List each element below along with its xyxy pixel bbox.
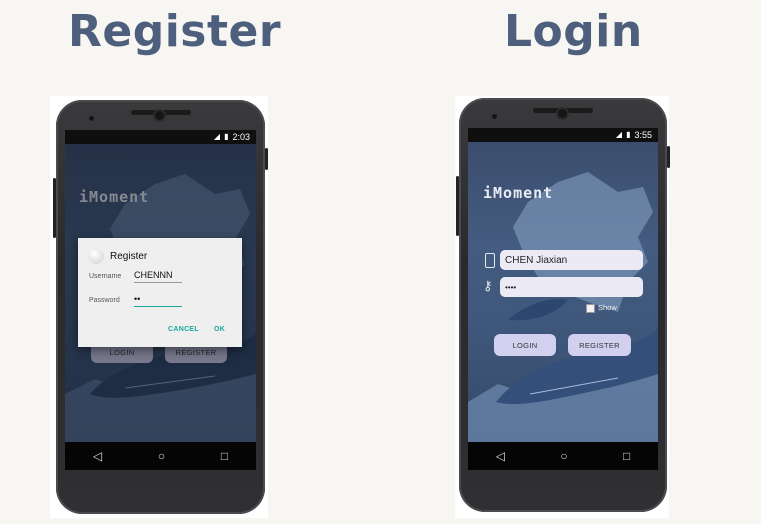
register-phone: ◢ ▮ 2:03 iMoment LOGIN REGISTER Register… bbox=[53, 100, 268, 514]
show-password-checkbox[interactable] bbox=[586, 304, 595, 313]
username-field[interactable]: CHEN Jiaxian bbox=[500, 250, 643, 270]
back-icon[interactable]: ◁ bbox=[496, 450, 505, 462]
app-icon bbox=[88, 248, 104, 264]
register-heading: Register bbox=[68, 6, 282, 57]
app-logo: iMoment bbox=[483, 184, 554, 202]
signal-icon: ◢ bbox=[213, 132, 221, 141]
nav-bar: ◁ ○ □ bbox=[65, 442, 256, 470]
login-phone: ◢ ▮ 3:55 iMoment CHEN Jiaxian ⚷ •••• Sho… bbox=[456, 98, 670, 512]
battery-icon: ▮ bbox=[224, 132, 229, 141]
power-button bbox=[667, 146, 670, 168]
ok-button[interactable]: OK bbox=[214, 326, 225, 333]
sensor bbox=[89, 116, 94, 121]
app-background: iMoment CHEN Jiaxian ⚷ •••• Show LOGIN R… bbox=[468, 142, 658, 442]
recent-apps-icon[interactable]: □ bbox=[221, 450, 228, 462]
home-icon[interactable]: ○ bbox=[560, 450, 567, 462]
front-camera bbox=[558, 109, 567, 118]
cancel-button[interactable]: CANCEL bbox=[168, 326, 199, 333]
status-time: 3:55 bbox=[634, 130, 652, 140]
login-button[interactable]: LOGIN bbox=[494, 334, 556, 356]
status-bar: ◢ ▮ 2:03 bbox=[65, 130, 256, 144]
home-icon[interactable]: ○ bbox=[158, 450, 165, 462]
volume-button bbox=[53, 178, 56, 238]
username-input[interactable]: CHENNN bbox=[134, 270, 182, 283]
sensor bbox=[492, 114, 497, 119]
dialog-title: Register bbox=[110, 251, 148, 262]
register-button[interactable]: REGISTER bbox=[568, 334, 631, 356]
key-icon: ⚷ bbox=[483, 278, 493, 293]
password-input[interactable]: •• bbox=[134, 294, 182, 307]
password-field[interactable]: •••• bbox=[500, 277, 643, 297]
app-background: iMoment LOGIN REGISTER Register Username… bbox=[65, 144, 256, 442]
power-button bbox=[265, 148, 268, 170]
login-heading: Login bbox=[504, 6, 643, 57]
volume-button bbox=[456, 176, 459, 236]
password-label: Password bbox=[89, 297, 120, 304]
show-label: Show bbox=[598, 303, 617, 312]
status-time: 2:03 bbox=[232, 132, 250, 142]
register-screen: ◢ ▮ 2:03 iMoment LOGIN REGISTER Register… bbox=[65, 130, 256, 470]
username-label: Username bbox=[89, 273, 122, 280]
back-icon[interactable]: ◁ bbox=[93, 450, 102, 462]
nav-bar: ◁ ○ □ bbox=[468, 442, 658, 470]
phone-icon bbox=[485, 253, 495, 268]
recent-apps-icon[interactable]: □ bbox=[623, 450, 630, 462]
signal-icon: ◢ bbox=[615, 130, 623, 139]
status-bar: ◢ ▮ 3:55 bbox=[468, 128, 658, 142]
login-screen: ◢ ▮ 3:55 iMoment CHEN Jiaxian ⚷ •••• Sho… bbox=[468, 128, 658, 470]
battery-icon: ▮ bbox=[626, 130, 631, 139]
front-camera bbox=[155, 111, 164, 120]
register-dialog: Register Username CHENNN Password •• CAN… bbox=[78, 238, 242, 347]
